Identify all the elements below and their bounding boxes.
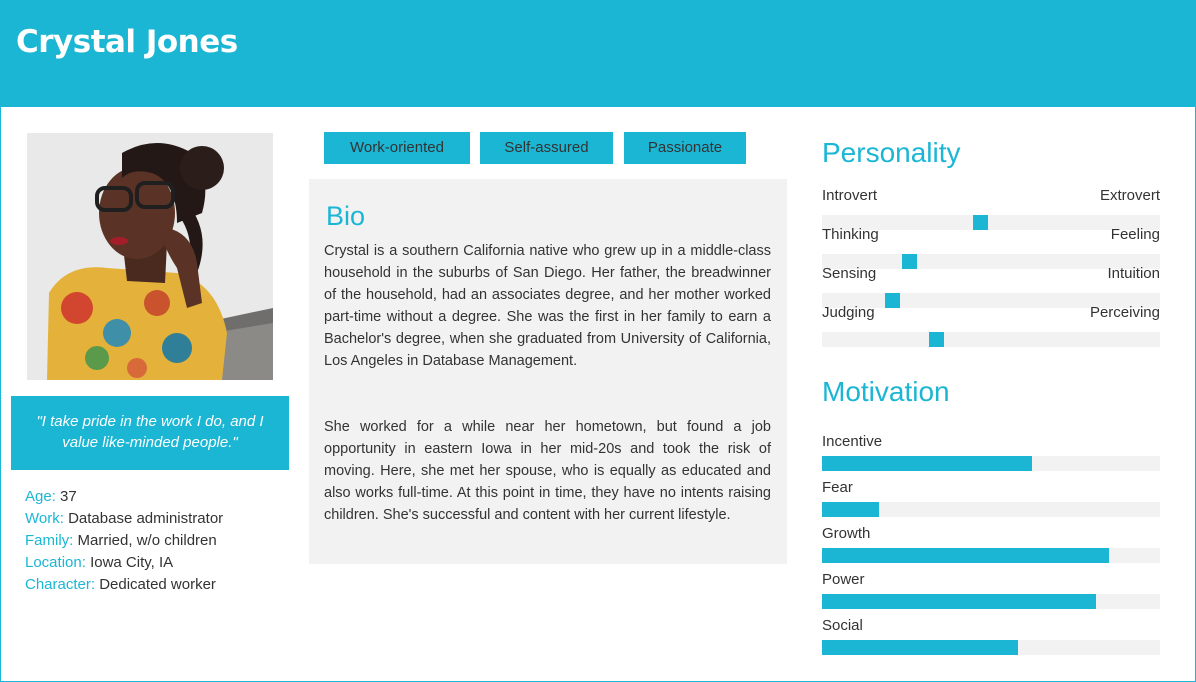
bio-paragraph-1: Crystal is a southern California native …	[324, 243, 771, 369]
tag-work-oriented: Work-oriented	[324, 132, 470, 164]
bio-title: Bio	[326, 201, 366, 231]
motivation-track	[822, 640, 1160, 655]
motivation-label: Fear	[822, 479, 853, 496]
fact-character: Character: Dedicated worker	[25, 576, 216, 593]
motivation-track	[822, 456, 1160, 471]
trait-introvert-extrovert: Introvert Extrovert	[822, 187, 1160, 230]
trait-right-label: Perceiving	[1089, 304, 1160, 321]
trait-right-label: Intuition	[1107, 265, 1160, 282]
persona-quote: "I take pride in the work I do, and I va…	[11, 396, 289, 470]
fact-family: Family: Married, w/o children	[25, 532, 217, 549]
bio-paragraph-2: She worked for a while near her hometown…	[324, 419, 771, 523]
motivation-social: Social	[822, 617, 1160, 655]
motivation-incentive: Incentive	[822, 433, 1160, 471]
persona-facts: Age: 37 Work: Database administrator Fam…	[25, 486, 295, 596]
motivation-fill	[822, 594, 1096, 609]
motivation-fill	[822, 640, 1018, 655]
fact-location: Location: Iowa City, IA	[25, 554, 174, 571]
motivation-label: Incentive	[822, 433, 883, 450]
trait-track	[822, 332, 1160, 347]
fact-age: Age: 37	[25, 488, 77, 505]
trait-right-label: Extrovert	[1099, 187, 1160, 204]
tag-self-assured: Self-assured	[480, 132, 613, 164]
motivation-growth: Growth	[822, 525, 1160, 563]
trait-left-label: Introvert	[822, 187, 878, 204]
motivation-fill	[822, 502, 879, 517]
header-bar: Crystal Jones	[0, 0, 1196, 107]
bio-panel: Bio Crystal is a southern California nat…	[309, 179, 787, 564]
motivation-track	[822, 594, 1160, 609]
motivation-fill	[822, 456, 1032, 471]
trait-left-label: Judging	[822, 304, 875, 321]
motivation-track	[822, 548, 1160, 563]
personality-title: Personality	[822, 137, 961, 168]
motivation-label: Growth	[822, 525, 871, 542]
trait-left-label: Thinking	[822, 226, 879, 243]
motivation-fear: Fear	[822, 479, 1160, 517]
motivation-track	[822, 502, 1160, 517]
motivation-label: Power	[822, 571, 865, 588]
fact-work: Work: Database administrator	[25, 510, 224, 527]
trait-judging-perceiving: Judging Perceiving	[822, 304, 1160, 347]
motivation-fill	[822, 548, 1109, 563]
motivation-power: Power	[822, 571, 1160, 609]
tag-passionate: Passionate	[624, 132, 746, 164]
trait-thinking-feeling: Thinking Feeling	[822, 226, 1160, 269]
motivation-title: Motivation	[822, 376, 950, 407]
motivation-label: Social	[822, 617, 863, 634]
trait-marker	[929, 332, 944, 347]
trait-sensing-intuition: Sensing Intuition	[822, 265, 1160, 308]
trait-right-label: Feeling	[1110, 226, 1160, 243]
persona-name: Crystal Jones	[16, 24, 238, 60]
persona-photo	[27, 133, 273, 380]
trait-left-label: Sensing	[822, 265, 877, 282]
